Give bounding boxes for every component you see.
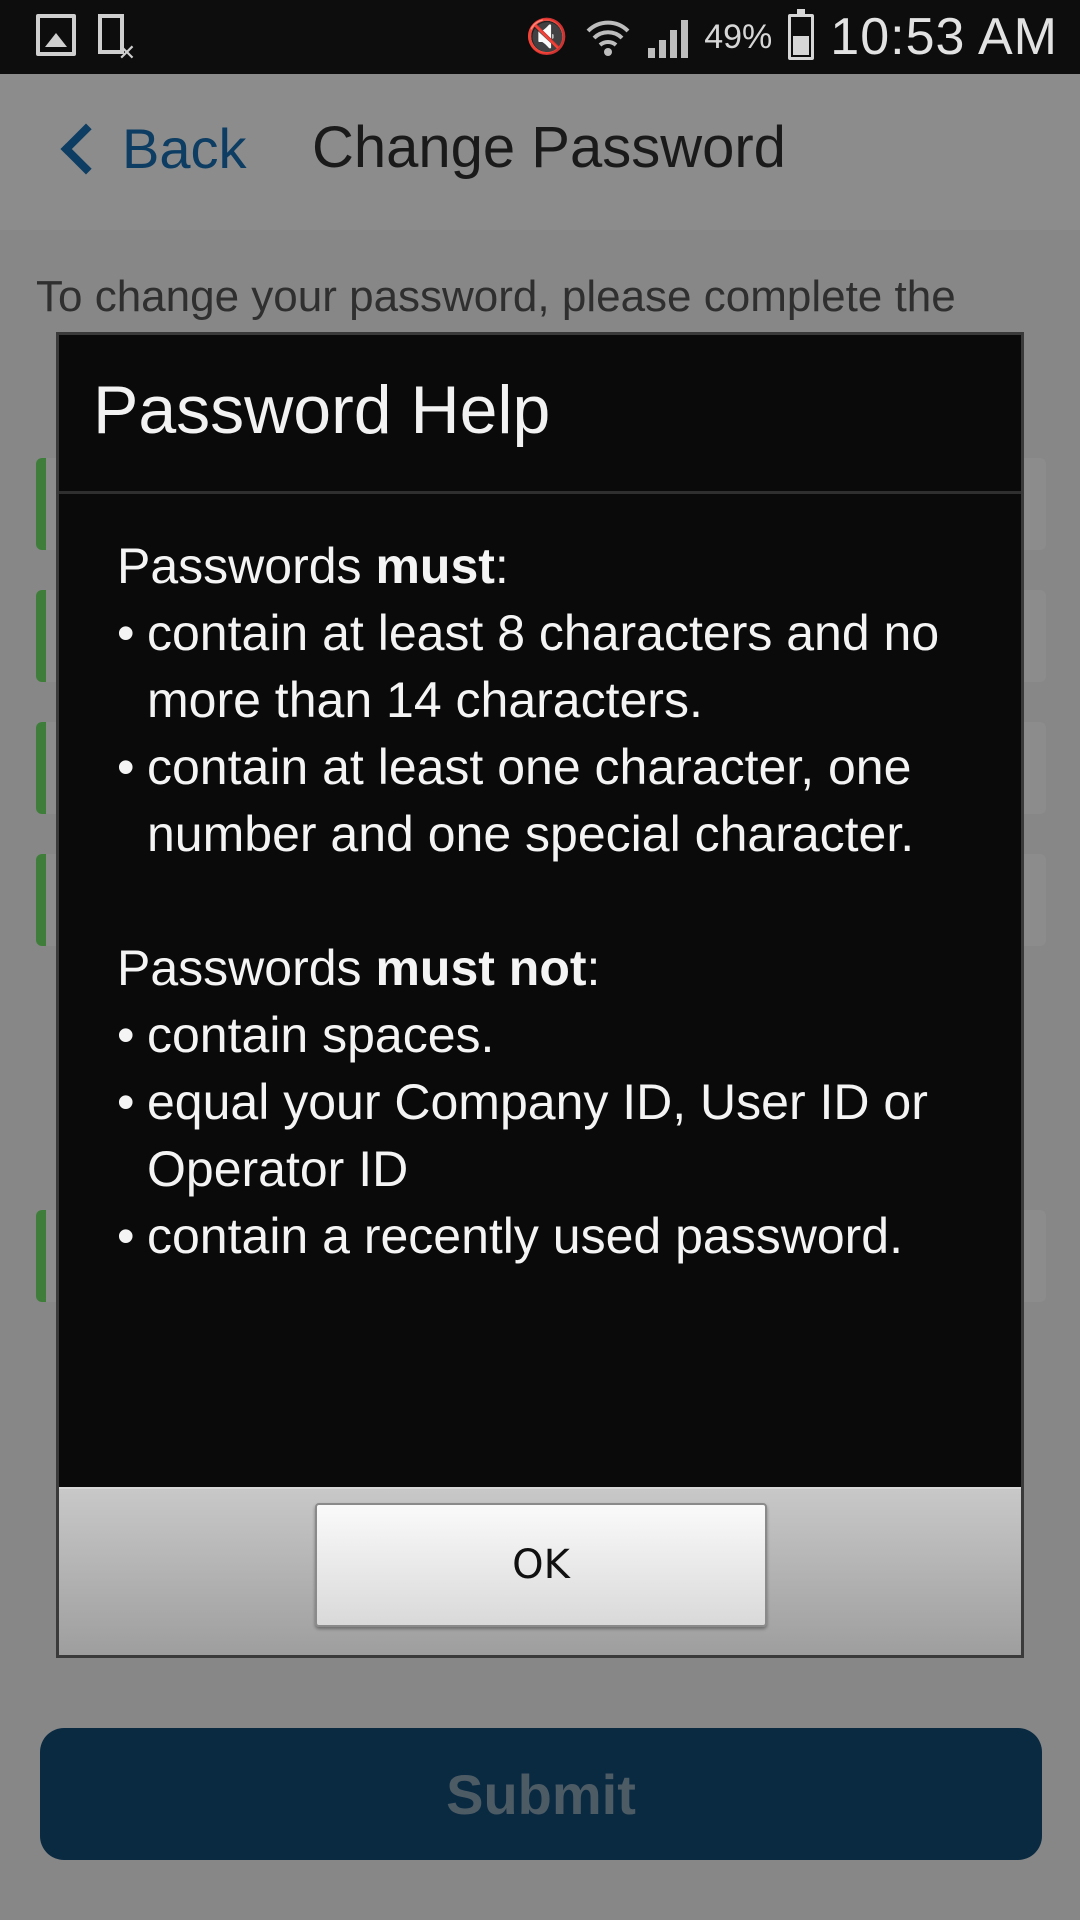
dialog-body: Passwords must: contain at least 8 chara…: [117, 533, 997, 1270]
battery-percent: 49%: [704, 17, 773, 56]
mute-icon: 🔇: [525, 18, 569, 56]
wifi-icon: [586, 20, 630, 56]
must-heading: Passwords must:: [117, 538, 509, 594]
document-error-notification-icon: ✕: [96, 14, 136, 64]
battery-icon: [788, 9, 815, 60]
password-help-dialog: Password Help Passwords must: contain at…: [56, 332, 1024, 1658]
back-button[interactable]: Back: [58, 116, 247, 181]
chevron-left-icon: [60, 123, 112, 174]
navigation-bar: Back Change Password: [0, 74, 1080, 230]
ok-button[interactable]: OK: [315, 1503, 767, 1627]
back-label: Back: [122, 117, 247, 180]
dialog-footer: OK: [59, 1487, 1021, 1655]
clock: 10:53 AM: [830, 8, 1058, 66]
must-rule: contain at least one character, one numb…: [117, 734, 997, 868]
must-not-rule: contain spaces.: [117, 1002, 997, 1069]
intro-text: To change your password, please complete…: [36, 272, 956, 321]
status-bar: ✕ 🔇 49% 10:53 AM: [0, 0, 1080, 74]
submit-button[interactable]: Submit: [40, 1728, 1042, 1860]
gallery-notification-icon: [36, 14, 76, 56]
dialog-title: Password Help: [93, 372, 551, 448]
page-title: Change Password: [312, 115, 786, 180]
must-not-heading: Passwords must not:: [117, 940, 601, 996]
must-not-rule: contain a recently used password.: [117, 1203, 997, 1270]
must-rule: contain at least 8 characters and no mor…: [117, 600, 997, 734]
must-not-rule: equal your Company ID, User ID or Operat…: [117, 1069, 997, 1203]
signal-strength-icon: [648, 16, 689, 58]
dialog-divider: [59, 491, 1021, 494]
